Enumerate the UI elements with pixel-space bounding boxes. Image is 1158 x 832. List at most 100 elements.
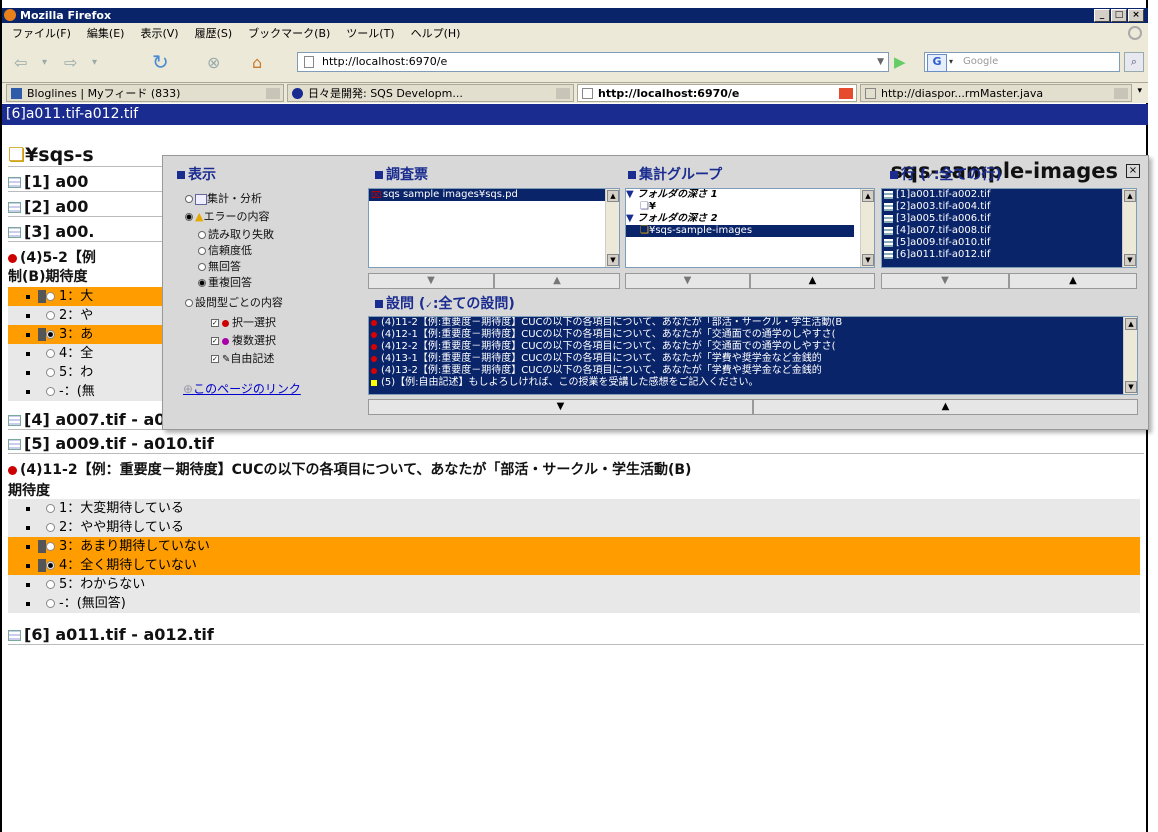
search-engine-dropdown-icon[interactable]: ▾ (949, 53, 953, 71)
answer-radio[interactable] (46, 599, 55, 608)
list-item[interactable]: [1]a001.tif-a002.tif (882, 189, 1136, 201)
menu-history[interactable]: 履歴(S) (195, 27, 233, 40)
checkbox-icon[interactable]: ✓ (926, 172, 934, 182)
group-level-1[interactable]: ▼ フォルダの深さ 1 (626, 189, 874, 201)
back-dropdown-icon[interactable]: ▾ (42, 57, 47, 68)
url-text: http://localhost:6970/e (322, 55, 448, 68)
answer-radio[interactable] (46, 561, 55, 570)
list-item[interactable]: (4)13-2【例:重要度－期待度】CUCの以下の各項目について、あなたが「学費… (369, 365, 1137, 377)
marker-icon (38, 328, 46, 341)
google-icon[interactable]: G (927, 54, 947, 72)
search-input[interactable]: G ▾ Google (924, 52, 1120, 72)
list-item[interactable]: [3]a005.tif-a006.tif (882, 213, 1136, 225)
panel-close-icon[interactable]: × (1126, 164, 1140, 178)
option-analysis[interactable]: 集計・分析 (185, 190, 262, 206)
questions-list[interactable]: (4)11-2【例:重要度－期待度】CUCの以下の各項目について、あなたが「部活… (368, 316, 1138, 395)
tab-localhost[interactable]: http://localhost:6970/e (577, 84, 857, 102)
forward-icon[interactable]: ⇨ (64, 53, 77, 72)
menu-view[interactable]: 表示(V) (140, 27, 178, 40)
list-item[interactable]: (4)13-1【例:重要度－期待度】CUCの以下の各項目について、あなたが「学費… (369, 353, 1137, 365)
move-up-button[interactable]: ▲ (494, 273, 620, 289)
pdf-icon: ⌧ (371, 191, 382, 201)
single-choice-icon (222, 319, 229, 327)
blog-icon (292, 88, 303, 99)
list-item[interactable]: [2]a003.tif-a004.tif (882, 201, 1136, 213)
tab-label: http://localhost:6970/e (598, 87, 740, 100)
answer-radio[interactable] (46, 542, 55, 551)
option-duplicate[interactable]: 重複回答 (198, 274, 252, 290)
question-short: (4)5-2【例 (8, 247, 96, 267)
group-root[interactable]: ❏¥ (626, 201, 874, 213)
url-dropdown-icon[interactable]: ▼ (877, 53, 884, 71)
menu-edit[interactable]: 編集(E) (87, 27, 125, 40)
checkbox-icon[interactable]: ✓ (425, 301, 433, 311)
option-read-failure[interactable]: 読み取り失敗 (198, 226, 274, 242)
list-item[interactable]: [5]a009.tif-a010.tif (882, 237, 1136, 249)
reload-icon[interactable]: ↻ (152, 50, 169, 74)
move-up-button[interactable]: ▲ (750, 273, 875, 289)
minimize-button[interactable]: _ (1094, 9, 1110, 22)
checkbox-single[interactable]: ✓ 択一選択 (211, 314, 276, 330)
answer-radio[interactable] (46, 523, 55, 532)
close-button[interactable]: × (1128, 9, 1144, 22)
checkbox-multi[interactable]: ✓ 複数選択 (211, 332, 276, 348)
menu-file[interactable]: ファイル(F) (12, 27, 71, 40)
list-item[interactable]: [6]a011.tif-a012.tif (882, 249, 1136, 261)
section-6[interactable]: [6] a011.tif - a012.tif (8, 625, 1144, 645)
back-icon[interactable]: ⇦ (14, 53, 27, 72)
search-icon[interactable]: ⌕ (1124, 52, 1144, 72)
window-title: Mozilla Firefox (20, 9, 112, 22)
list-item[interactable]: (4)11-2【例:重要度－期待度】CUCの以下の各項目について、あなたが「部活… (369, 317, 1137, 329)
questions-heading: 設問 (✓:全ての設問) (375, 293, 515, 313)
tab-close-icon[interactable] (839, 88, 853, 99)
go-icon[interactable]: ▶ (894, 53, 906, 71)
move-down-button[interactable]: ▼ (368, 273, 494, 289)
tab-close-icon[interactable] (266, 88, 280, 99)
list-item[interactable]: ⌧ sqs sample images¥sqs.pd (369, 189, 619, 201)
list-item[interactable]: (4)12-2【例:重要度－期待度】CUCの以下の各項目について、あなたが「交通… (369, 341, 1137, 353)
list-item[interactable]: (5)【例:自由記述】もしよろしければ、この授業を受講した感想をご記入ください。 (369, 377, 1137, 389)
question-short-cont: 制(B)期待度 (8, 269, 88, 285)
survey-buttons: ▼ ▲ (368, 273, 620, 289)
section-5[interactable]: [5] a009.tif - a010.tif (8, 434, 1144, 454)
move-up-button[interactable]: ▲ (1009, 273, 1137, 289)
stop-icon[interactable]: ⊗ (207, 53, 220, 72)
option-errors[interactable]: ▲エラーの内容 (185, 208, 269, 224)
tab-bloglines[interactable]: Bloglines | Myフィード (833) (6, 84, 284, 102)
list-item[interactable]: [4]a007.tif-a008.tif (882, 225, 1136, 237)
rows-list[interactable]: [1]a001.tif-a002.tif [2]a003.tif-a004.ti… (881, 188, 1137, 268)
group-list[interactable]: ▼ フォルダの深さ 1 ❏¥ ▼ フォルダの深さ 2 ❏¥sqs-sample-… (625, 188, 875, 268)
home-icon[interactable]: ⌂ (252, 53, 262, 72)
folder-icon: ❏ (640, 225, 649, 236)
group-selected[interactable]: ❏¥sqs-sample-images (626, 225, 854, 237)
move-down-button[interactable]: ▼ (881, 273, 1009, 289)
answer-radio[interactable] (46, 504, 55, 513)
move-down-button[interactable]: ▼ (368, 399, 753, 415)
menu-bar: ファイル(F) 編集(E) 表示(V) 履歴(S) ブックマーク(B) ツール(T) ヘルプ… (2, 23, 1148, 44)
list-item[interactable]: (4)12-1【例:重要度－期待度】CUCの以下の各項目について、あなたが「交通… (369, 329, 1137, 341)
group-level-2[interactable]: ▼ フォルダの深さ 2 (626, 213, 874, 225)
forward-dropdown-icon[interactable]: ▾ (92, 57, 97, 68)
group-buttons: ▼ ▲ (625, 273, 875, 289)
menu-bookmarks[interactable]: ブックマーク(B) (248, 27, 330, 40)
url-bar[interactable]: http://localhost:6970/e ▼ (297, 52, 889, 72)
answer-radio[interactable] (46, 580, 55, 589)
option-no-answer[interactable]: 無回答 (198, 258, 241, 274)
survey-list[interactable]: ⌧ sqs sample images¥sqs.pd ▲ ▼ (368, 188, 620, 268)
page-link[interactable]: ⊕このページのリンク (183, 380, 301, 397)
tab-close-icon[interactable] (1114, 88, 1128, 99)
tab-close-icon[interactable] (556, 88, 570, 99)
move-down-button[interactable]: ▼ (625, 273, 750, 289)
maximize-button[interactable]: □ (1111, 9, 1127, 22)
tab-sqs-blog[interactable]: 日々是開発: SQS Developm... (287, 84, 574, 102)
option-low-confidence[interactable]: 信頼度低 (198, 242, 252, 258)
menu-help[interactable]: ヘルプ(H) (411, 27, 461, 40)
option-by-type[interactable]: 設問型ごとの内容 (185, 294, 283, 310)
rows-heading: 行 (✓:全ての行) (890, 164, 1002, 184)
menu-tools[interactable]: ツール(T) (346, 27, 394, 40)
page-icon (865, 88, 876, 99)
checkbox-free[interactable]: ✓ ✎自由記述 (211, 350, 274, 366)
move-up-button[interactable]: ▲ (753, 399, 1138, 415)
tab-diaspora[interactable]: http://diaspor...rmMaster.java (860, 84, 1132, 102)
tab-list-icon[interactable]: ▾ (1137, 86, 1142, 96)
